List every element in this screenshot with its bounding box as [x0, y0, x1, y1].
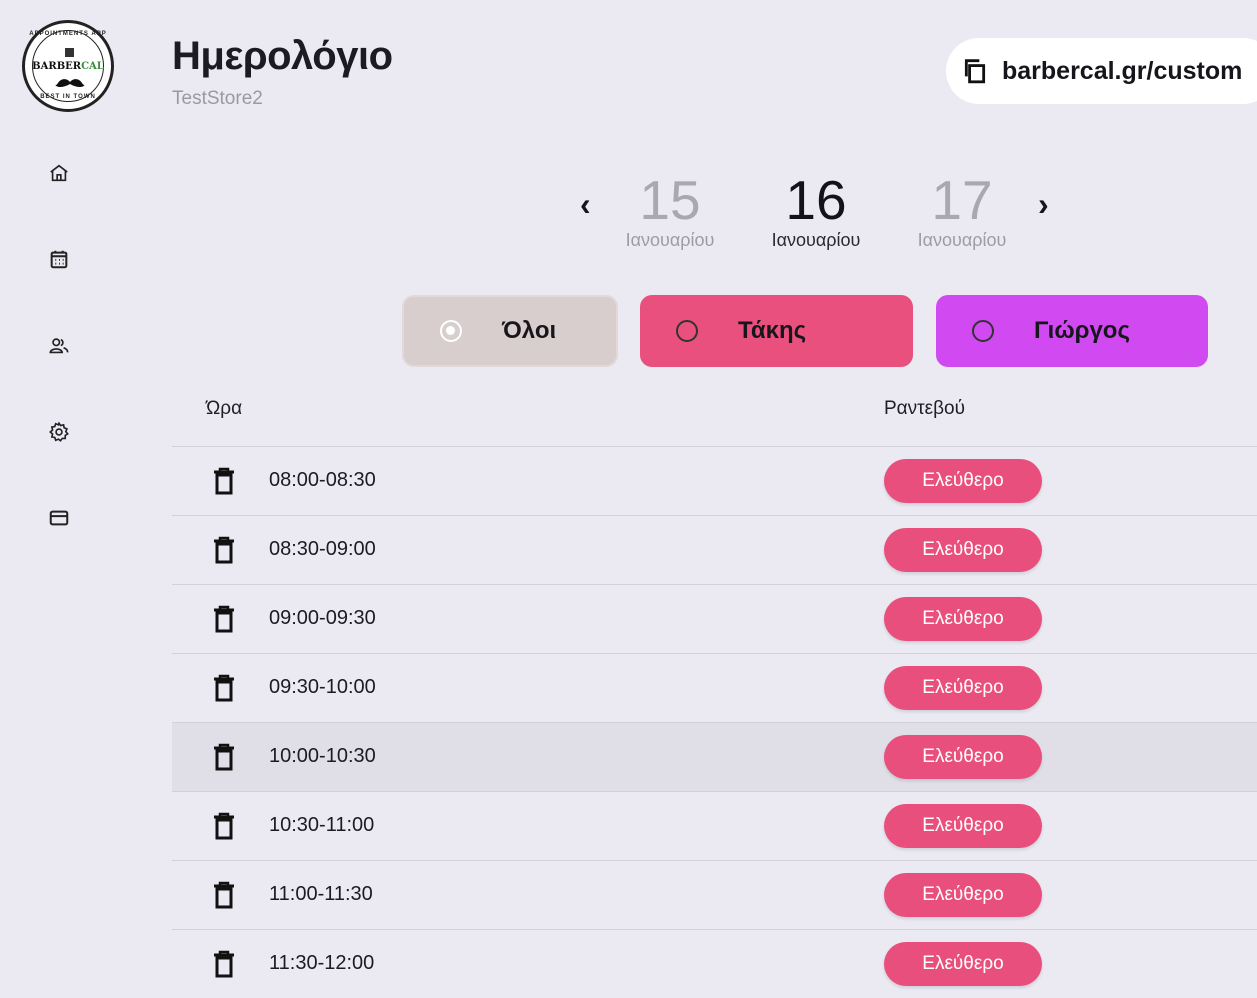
filter-label: Γιώργος — [1034, 317, 1130, 344]
free-slot-button[interactable]: Ελεύθερο — [884, 528, 1042, 572]
trash-icon[interactable] — [212, 950, 236, 978]
day-16-selected[interactable]: 16 Ιανουαρίου — [756, 170, 876, 251]
time-slot: 11:00-11:30 — [269, 883, 373, 905]
logo-word-cal: CAL — [81, 61, 104, 72]
day-month: Ιανουαρίου — [625, 230, 715, 250]
home-icon — [50, 164, 68, 182]
day-month: Ιανουαρίου — [771, 230, 861, 250]
booking-url-copy-button[interactable]: barbercal.gr/custom — [946, 38, 1257, 104]
sidebar-item-home[interactable] — [44, 158, 74, 188]
app-page: APPOINTMENTS APP BARBERCAL BEST IN TOWN … — [8, 8, 1257, 986]
free-slot-button[interactable]: Ελεύθερο — [884, 804, 1042, 848]
table-row: 11:30-12:00 Ελεύθερο — [172, 929, 1257, 998]
appointments-table: 08:00-08:30 Ελεύθερο 08:30-09:00 Ελεύθερ… — [172, 446, 1257, 998]
radio-unselected-icon — [676, 320, 698, 342]
copy-icon — [964, 59, 986, 84]
table-row: 09:00-09:30 Ελεύθερο — [172, 584, 1257, 653]
table-row: 10:30-11:00 Ελεύθερο — [172, 791, 1257, 860]
day-month: Ιανουαρίου — [917, 230, 1007, 250]
page-title: Ημερολόγιο — [172, 34, 393, 78]
credit-card-icon — [49, 510, 69, 526]
trash-icon[interactable] — [212, 536, 236, 564]
sidebar-item-billing[interactable] — [44, 503, 74, 533]
filter-all[interactable]: Όλοι — [402, 295, 618, 367]
trash-icon[interactable] — [212, 743, 236, 771]
free-slot-button[interactable]: Ελεύθερο — [884, 666, 1042, 710]
gear-icon — [49, 421, 69, 442]
free-slot-button[interactable]: Ελεύθερο — [884, 942, 1042, 986]
table-row: 11:00-11:30 Ελεύθερο — [172, 860, 1257, 929]
trash-icon[interactable] — [212, 812, 236, 840]
day-number: 15 — [639, 169, 701, 231]
time-slot: 09:00-09:30 — [269, 607, 376, 629]
free-slot-button[interactable]: Ελεύθερο — [884, 735, 1042, 779]
barbercal-logo[interactable]: APPOINTMENTS APP BARBERCAL BEST IN TOWN — [22, 20, 114, 112]
time-slot: 11:30-12:00 — [269, 952, 375, 974]
free-slot-button[interactable]: Ελεύθερο — [884, 873, 1042, 917]
time-slot: 09:30-10:00 — [269, 676, 376, 698]
radio-unselected-icon — [972, 320, 994, 342]
sidebar-item-customers[interactable] — [44, 331, 74, 361]
free-slot-button[interactable]: Ελεύθερο — [884, 597, 1042, 641]
mustache-icon — [55, 79, 85, 87]
time-slot: 10:00-10:30 — [269, 745, 376, 767]
logo-wordmark: BARBERCAL — [25, 61, 111, 72]
radio-selected-icon — [440, 320, 462, 342]
logo-bottom-text: BEST IN TOWN — [40, 94, 96, 100]
table-row: 08:30-09:00 Ελεύθερο — [172, 515, 1257, 584]
filter-label: Όλοι — [502, 317, 557, 344]
logo-word-barber: BARBER — [32, 61, 82, 72]
time-slot: 10:30-11:00 — [269, 814, 375, 836]
calendar-icon — [50, 250, 68, 269]
barber-shop-icon — [65, 48, 74, 57]
booking-url: barbercal.gr/custom — [1002, 56, 1243, 85]
day-number: 17 — [931, 169, 993, 231]
day-number: 16 — [785, 169, 847, 231]
trash-icon[interactable] — [212, 605, 236, 633]
sidebar-item-settings[interactable] — [44, 417, 74, 447]
day-17[interactable]: 17 Ιανουαρίου — [902, 170, 1022, 251]
users-icon — [49, 338, 69, 354]
filter-label: Τάκης — [738, 317, 807, 344]
column-header-time: Ώρα — [206, 398, 243, 419]
logo-top-text: APPOINTMENTS APP — [29, 31, 107, 37]
sidebar-item-calendar[interactable] — [44, 244, 74, 274]
filter-giorgos[interactable]: Γιώργος — [936, 295, 1208, 367]
table-row-hovered: 10:00-10:30 Ελεύθερο — [172, 722, 1257, 791]
table-row: 08:00-08:30 Ελεύθερο — [172, 446, 1257, 515]
prev-day-button[interactable]: ‹ — [580, 188, 591, 220]
free-slot-button[interactable]: Ελεύθερο — [884, 459, 1042, 503]
trash-icon[interactable] — [212, 674, 236, 702]
store-name: TestStore2 — [172, 88, 263, 109]
time-slot: 08:30-09:00 — [269, 538, 376, 560]
trash-icon[interactable] — [212, 467, 236, 495]
table-row: 09:30-10:00 Ελεύθερο — [172, 653, 1257, 722]
trash-icon[interactable] — [212, 881, 236, 909]
filter-takis[interactable]: Τάκης — [640, 295, 913, 367]
column-header-appointment: Ραντεβού — [884, 398, 966, 419]
next-day-button[interactable]: › — [1038, 188, 1049, 220]
time-slot: 08:00-08:30 — [269, 469, 376, 491]
day-15[interactable]: 15 Ιανουαρίου — [610, 170, 730, 251]
